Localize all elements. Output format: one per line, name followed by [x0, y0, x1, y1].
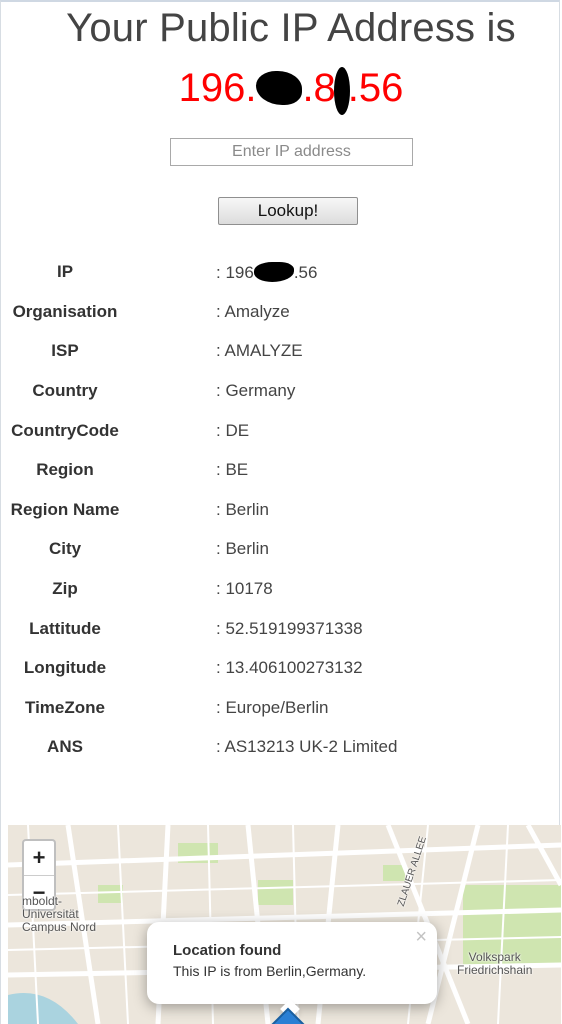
ip-address-input[interactable] [170, 138, 413, 166]
info-row-countrycode: CountryCode : DE [0, 421, 560, 445]
info-label: IP [56, 262, 74, 281]
info-label: ISP [51, 341, 79, 360]
info-row-isp: ISP : AMALYZE [0, 341, 560, 365]
zoom-in-button[interactable]: + [24, 841, 54, 876]
info-label: Longitude [23, 658, 107, 677]
info-label: Zip [52, 579, 78, 598]
info-label: Country [32, 381, 98, 400]
info-value: : 196.56 [216, 262, 318, 282]
info-value: : 13.406100273132 [216, 658, 363, 677]
info-label: TimeZone [25, 698, 105, 717]
redaction-blot [256, 71, 303, 105]
ip-prefix: 196. [178, 66, 257, 110]
popup-title: Location found [173, 942, 282, 959]
location-popup: × Location found This IP is from Berlin,… [147, 922, 437, 1019]
ip-middle: .8 [302, 66, 336, 110]
info-value: : Europe/Berlin [216, 698, 329, 717]
map-label-volkspark: Volkspark Friedrichshain [457, 950, 533, 977]
ip-suffix: .56 [347, 66, 404, 110]
info-row-ans: ANS : AS13213 UK-2 Limited [0, 737, 560, 761]
info-value: : Germany [216, 381, 296, 400]
info-label: CountryCode [11, 421, 119, 440]
info-label: Region Name [10, 500, 120, 519]
info-value: : AMALYZE [216, 341, 303, 360]
info-value: : 10178 [216, 579, 273, 598]
info-label: Lattitude [29, 619, 101, 638]
info-row-region: Region : BE [0, 460, 560, 484]
public-ip-display: 196. .8.56 [0, 66, 562, 115]
ip-value-prefix: 196 [225, 263, 254, 282]
popup-text: This IP is from Berlin,Germany. [173, 963, 367, 979]
info-row-latitude: Lattitude : 52.519199371338 [0, 619, 560, 643]
info-label: ANS [47, 737, 83, 756]
info-value: : AS13213 UK-2 Limited [216, 737, 398, 756]
info-value: : Berlin [216, 500, 269, 519]
map-label-humboldt: mboldt- Universität Campus Nord [22, 894, 97, 934]
info-value: : 52.519199371338 [216, 619, 363, 638]
info-row-ip: IP : 196.56 [0, 262, 560, 286]
redaction-blot [253, 262, 294, 282]
info-value: : Amalyze [216, 302, 290, 321]
info-row-zip: Zip : 10178 [0, 579, 560, 603]
info-value: : DE [216, 421, 250, 440]
lookup-button[interactable]: Lookup! [218, 197, 358, 225]
ip-value-suffix: .56 [293, 263, 318, 282]
info-row-country: Country : Germany [0, 381, 560, 405]
info-label: City [48, 539, 82, 558]
info-row-city: City : Berlin [0, 539, 560, 563]
info-value: : BE [216, 460, 249, 479]
info-label: Organisation [12, 302, 118, 321]
popup-close-icon[interactable]: × [415, 926, 427, 949]
info-label: Region [36, 460, 94, 479]
location-map[interactable]: + − mboldt- Universität Campus Nord Volk… [8, 825, 561, 1024]
info-row-organisation: Organisation : Amalyze [0, 302, 560, 326]
info-row-region-name: Region Name : Berlin [0, 500, 560, 524]
page-title: Your Public IP Address is [66, 6, 516, 50]
info-row-timezone: TimeZone : Europe/Berlin [0, 698, 560, 722]
info-value: : Berlin [216, 539, 269, 558]
info-row-longitude: Longitude : 13.406100273132 [0, 658, 560, 682]
